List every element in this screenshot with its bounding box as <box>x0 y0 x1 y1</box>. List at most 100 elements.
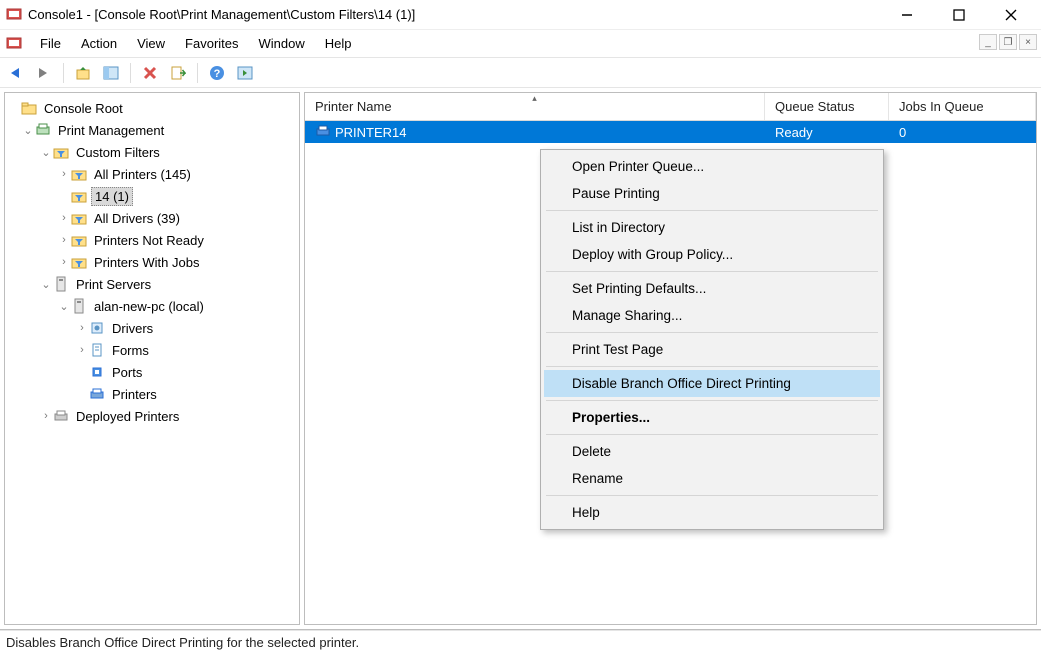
ctx-print-test-page[interactable]: Print Test Page <box>544 336 880 363</box>
help-button[interactable]: ? <box>205 61 229 85</box>
tree-label: All Drivers (39) <box>91 210 183 227</box>
toolbar-separator <box>63 63 64 83</box>
tree-node-all-drivers[interactable]: › All Drivers (39) <box>7 207 297 229</box>
expander-icon[interactable]: › <box>39 410 53 422</box>
ctx-manage-sharing[interactable]: Manage Sharing... <box>544 302 880 329</box>
col-header-jobs-in-queue[interactable]: Jobs In Queue <box>889 93 1036 120</box>
tree-node-printers-not-ready[interactable]: › Printers Not Ready <box>7 229 297 251</box>
ctx-help[interactable]: Help <box>544 499 880 526</box>
menubar: File Action View Favorites Window Help _… <box>0 30 1041 58</box>
up-button[interactable] <box>71 61 95 85</box>
menu-view[interactable]: View <box>127 32 175 55</box>
ctx-pause-printing[interactable]: Pause Printing <box>544 180 880 207</box>
mdi-close-button[interactable]: × <box>1019 34 1037 50</box>
filter-folder-icon <box>71 188 87 204</box>
expander-icon[interactable]: ⌄ <box>57 300 71 313</box>
tree-label: Ports <box>109 364 145 381</box>
extended-view-button[interactable] <box>233 61 257 85</box>
ctx-open-printer-queue[interactable]: Open Printer Queue... <box>544 153 880 180</box>
expander-icon[interactable]: › <box>75 322 89 334</box>
forward-button[interactable] <box>32 61 56 85</box>
expander-icon[interactable]: › <box>57 234 71 246</box>
list-header: ▴ Printer Name Queue Status Jobs In Queu… <box>305 93 1036 121</box>
app-icon <box>6 7 22 23</box>
col-label: Jobs In Queue <box>899 99 984 114</box>
minimize-button[interactable] <box>893 5 921 25</box>
list-row-printer[interactable]: PRINTER14 Ready 0 <box>305 121 1036 143</box>
ctx-disable-branch-office-direct-printing[interactable]: Disable Branch Office Direct Printing <box>544 370 880 397</box>
menu-action[interactable]: Action <box>71 32 127 55</box>
expander-icon[interactable]: › <box>57 168 71 180</box>
col-label: Printer Name <box>315 99 392 114</box>
menu-favorites[interactable]: Favorites <box>175 32 248 55</box>
tree-label: Printers With Jobs <box>91 254 202 271</box>
col-header-printer-name[interactable]: ▴ Printer Name <box>305 93 765 120</box>
export-list-button[interactable] <box>166 61 190 85</box>
expander-icon[interactable]: › <box>57 256 71 268</box>
tree-node-forms[interactable]: › Forms <box>7 339 297 361</box>
tree-node-print-management[interactable]: ⌄ Print Management <box>7 119 297 141</box>
deployed-printer-icon <box>53 408 69 424</box>
ctx-separator <box>546 434 878 435</box>
close-button[interactable] <box>997 5 1025 25</box>
filter-folder-icon <box>53 144 69 160</box>
show-hide-console-tree-button[interactable] <box>99 61 123 85</box>
tree-node-deployed-printers[interactable]: › Deployed Printers <box>7 405 297 427</box>
titlebar: Console1 - [Console Root\Print Managemen… <box>0 0 1041 30</box>
tree-label: Custom Filters <box>73 144 163 161</box>
maximize-button[interactable] <box>945 5 973 25</box>
port-icon <box>89 364 105 380</box>
expander-icon[interactable]: › <box>75 344 89 356</box>
mdi-controls: _ ❐ × <box>979 34 1037 50</box>
statusbar: Disables Branch Office Direct Printing f… <box>0 630 1041 654</box>
tree-node-all-printers[interactable]: › All Printers (145) <box>7 163 297 185</box>
tree-label: 14 (1) <box>91 187 133 206</box>
ctx-separator <box>546 332 878 333</box>
tree-node-custom-filters[interactable]: ⌄ Custom Filters <box>7 141 297 163</box>
delete-button[interactable] <box>138 61 162 85</box>
cell-printer-name: PRINTER14 <box>335 125 407 140</box>
mdi-restore-button[interactable]: ❐ <box>999 34 1017 50</box>
tree-node-server-local[interactable]: ⌄ alan-new-pc (local) <box>7 295 297 317</box>
tree-node-ports[interactable]: Ports <box>7 361 297 383</box>
tree-node-console-root[interactable]: Console Root <box>7 97 297 119</box>
tree-node-printers[interactable]: Printers <box>7 383 297 405</box>
folder-icon <box>21 100 37 116</box>
server-icon <box>71 298 87 314</box>
toolbar: ? <box>0 58 1041 88</box>
mdi-minimize-button[interactable]: _ <box>979 34 997 50</box>
tree-node-filter-14[interactable]: 14 (1) <box>7 185 297 207</box>
expander-icon[interactable]: ⌄ <box>39 278 53 291</box>
tree-node-print-servers[interactable]: ⌄ Print Servers <box>7 273 297 295</box>
expander-icon[interactable]: ⌄ <box>21 124 35 137</box>
forms-icon <box>89 342 105 358</box>
printer-icon <box>315 124 331 140</box>
filter-folder-icon <box>71 210 87 226</box>
menu-file[interactable]: File <box>30 32 71 55</box>
menu-window[interactable]: Window <box>249 32 315 55</box>
tree-label: Printers Not Ready <box>91 232 207 249</box>
expander-icon[interactable]: › <box>57 212 71 224</box>
tree-pane[interactable]: Console Root ⌄ Print Management ⌄ Custom… <box>4 92 300 625</box>
ctx-delete[interactable]: Delete <box>544 438 880 465</box>
ctx-deploy-group-policy[interactable]: Deploy with Group Policy... <box>544 241 880 268</box>
col-header-queue-status[interactable]: Queue Status <box>765 93 889 120</box>
expander-icon[interactable]: ⌄ <box>39 146 53 159</box>
ctx-separator <box>546 366 878 367</box>
tree-label: alan-new-pc (local) <box>91 298 207 315</box>
tree-label: Print Servers <box>73 276 154 293</box>
ctx-separator <box>546 495 878 496</box>
toolbar-separator <box>197 63 198 83</box>
back-button[interactable] <box>4 61 28 85</box>
tree-label: Deployed Printers <box>73 408 182 425</box>
ctx-separator <box>546 210 878 211</box>
ctx-properties[interactable]: Properties... <box>544 404 880 431</box>
ctx-list-in-directory[interactable]: List in Directory <box>544 214 880 241</box>
tree-node-printers-with-jobs[interactable]: › Printers With Jobs <box>7 251 297 273</box>
ctx-set-printing-defaults[interactable]: Set Printing Defaults... <box>544 275 880 302</box>
menu-help[interactable]: Help <box>315 32 362 55</box>
tree-label: Printers <box>109 386 160 403</box>
ctx-rename[interactable]: Rename <box>544 465 880 492</box>
tree-node-drivers[interactable]: › Drivers <box>7 317 297 339</box>
context-menu: Open Printer Queue... Pause Printing Lis… <box>540 149 884 530</box>
